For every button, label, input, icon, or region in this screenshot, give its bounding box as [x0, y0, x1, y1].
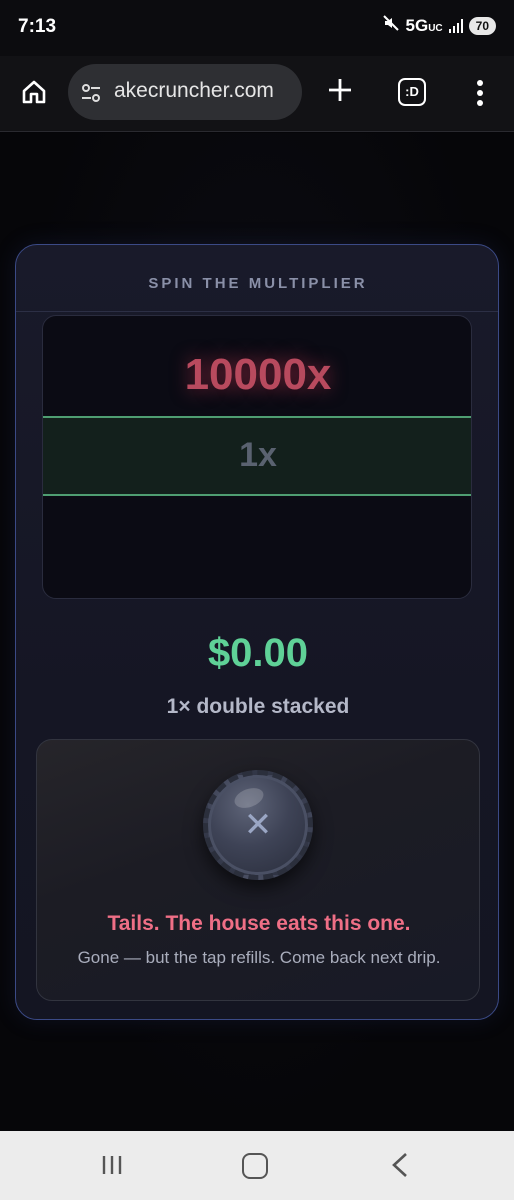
status-icons: 5GUC 70	[382, 14, 496, 37]
url-text[interactable]: akecruncher.com	[114, 79, 274, 103]
page-content: SPIN THE MULTIPLIER 10000x 1x $0.00 1× d…	[0, 133, 514, 1131]
status-time: 7:13	[18, 16, 57, 37]
card-divider	[16, 311, 498, 312]
card-title: SPIN THE MULTIPLIER	[148, 275, 368, 292]
new-tab-icon[interactable]	[326, 76, 354, 104]
mute-icon	[382, 14, 400, 37]
coin-icon: ✕	[203, 770, 313, 880]
multiplier-reel: 10000x 1x	[42, 315, 472, 599]
status-bar: 7:13 5GUC 70	[0, 0, 514, 56]
address-bar[interactable]: akecruncher.com	[68, 64, 302, 120]
tab-switcher-button[interactable]: :D	[398, 78, 426, 106]
network-type: 5G	[405, 15, 429, 35]
reel-value-selected: 1x	[239, 436, 277, 474]
result-subtitle: Gone — but the tap refills. Come back ne…	[77, 948, 441, 967]
system-home-icon[interactable]	[242, 1153, 268, 1179]
site-settings-icon[interactable]	[80, 82, 102, 104]
recents-icon[interactable]	[100, 1153, 124, 1177]
coin-symbol: ✕	[243, 806, 273, 844]
stack-label: 1× double stacked	[166, 695, 350, 718]
back-icon[interactable]	[388, 1151, 412, 1179]
result-title: Tails. The house eats this one.	[107, 912, 411, 935]
browser-toolbar: akecruncher.com :D	[0, 56, 514, 132]
reel-value-top: 10000x	[184, 350, 332, 399]
home-icon[interactable]	[20, 78, 48, 106]
more-menu-icon[interactable]	[470, 78, 490, 108]
win-amount: $0.00	[207, 631, 309, 675]
battery-icon: 70	[468, 16, 496, 35]
signal-icon	[448, 18, 463, 33]
network-suffix: UC	[428, 22, 443, 34]
result-panel: ✕ Tails. The house eats this one. Gone —…	[36, 739, 480, 1001]
network-indicator: 5GUC	[406, 16, 443, 36]
system-nav-bar	[0, 1131, 514, 1200]
multiplier-card: SPIN THE MULTIPLIER 10000x 1x $0.00 1× d…	[15, 244, 499, 1020]
